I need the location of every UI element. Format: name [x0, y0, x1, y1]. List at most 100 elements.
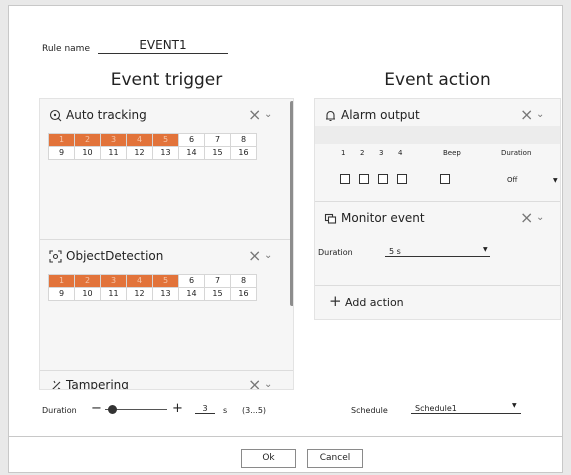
monitor-duration-label: Duration [318, 248, 353, 257]
channel-cell-14[interactable]: 14 [179, 288, 205, 301]
duration-unit: s [223, 406, 228, 415]
event-rule-dialog: Rule name EVENT1 Event trigger Event act… [8, 5, 563, 473]
channel-cell-11[interactable]: 11 [101, 288, 127, 301]
chevron-down-icon[interactable]: ⌄ [264, 110, 272, 120]
channel-cell-6[interactable]: 6 [179, 275, 205, 288]
event-trigger-title: Event trigger [110, 70, 223, 90]
duration-label: Duration [42, 406, 77, 415]
alarm-output-header-1: 1 [341, 149, 346, 157]
channel-cell-16[interactable]: 16 [231, 288, 257, 301]
ok-button[interactable]: Ok [241, 449, 296, 468]
rule-name-label: Rule name [42, 44, 90, 54]
dropdown-caret-icon[interactable]: ▼ [512, 402, 517, 409]
event-trigger-panel: Auto tracking × ⌄ 1 2 3 4 5 6 7 8 9 10 11 12 13 14 15 1… [39, 98, 294, 390]
channel-cell-1[interactable]: 1 [49, 275, 75, 288]
event-action-panel: Alarm output × ⌄ 1 2 3 4 Beep Duration O… [314, 98, 561, 320]
beep-checkbox[interactable] [440, 174, 450, 184]
cancel-button[interactable]: Cancel [307, 449, 363, 468]
trigger-card-object-detection: ObjectDetection × ⌄ 1 2 3 4 5 6 7 8 9 10 11 12 13 14 1… [40, 240, 293, 370]
channel-cell-10[interactable]: 10 [75, 288, 101, 301]
channel-cell-6[interactable]: 6 [179, 134, 205, 147]
chevron-down-icon[interactable]: ⌄ [264, 380, 272, 390]
chevron-down-icon[interactable]: ⌄ [264, 251, 272, 261]
channel-cell-7[interactable]: 7 [205, 134, 231, 147]
channel-cell-13[interactable]: 13 [153, 288, 179, 301]
event-action-title: Event action [384, 70, 491, 90]
dropdown-caret-icon[interactable]: ▼ [553, 177, 558, 184]
add-action-button[interactable]: + Add action [315, 286, 560, 319]
alarm-output-3-checkbox[interactable] [378, 174, 388, 184]
add-action-label: Add action [345, 296, 404, 309]
channel-cell-15[interactable]: 15 [205, 147, 231, 160]
channel-grid: 1 2 3 4 5 6 7 8 9 10 11 12 13 14 15 16 [48, 133, 257, 160]
duration-range: (3...5) [242, 406, 267, 415]
channel-cell-12[interactable]: 12 [127, 147, 153, 160]
alarm-output-2-checkbox[interactable] [359, 174, 369, 184]
schedule-select[interactable]: Schedule1 [411, 404, 521, 414]
close-icon[interactable]: × [248, 248, 261, 264]
tampering-icon [48, 378, 62, 389]
close-icon[interactable]: × [248, 377, 261, 390]
channel-cell-16[interactable]: 16 [231, 147, 257, 160]
channel-cell-2[interactable]: 2 [75, 275, 101, 288]
alarm-output-header-2: 2 [360, 149, 365, 157]
channel-cell-13[interactable]: 13 [153, 147, 179, 160]
rule-name-row: Rule name EVENT1 [42, 36, 228, 54]
monitor-event-icon [323, 211, 337, 225]
channel-cell-5[interactable]: 5 [153, 134, 179, 147]
channel-cell-8[interactable]: 8 [231, 275, 257, 288]
monitor-duration-select[interactable]: 5 s [385, 247, 490, 257]
duration-value-field[interactable]: 3 [195, 404, 215, 414]
channel-cell-11[interactable]: 11 [101, 147, 127, 160]
chevron-down-icon[interactable]: ⌄ [536, 213, 544, 223]
alarm-bell-icon [323, 108, 337, 122]
channel-cell-3[interactable]: 3 [101, 134, 127, 147]
alarm-output-1-checkbox[interactable] [340, 174, 350, 184]
dialog-footer: Ok Cancel [9, 436, 562, 472]
action-card-monitor-event: Monitor event × ⌄ Duration 5 s ▼ [315, 202, 560, 284]
action-card-alarm-output: Alarm output × ⌄ 1 2 3 4 Beep Duration O… [315, 99, 560, 199]
alarm-output-header-beep: Beep [443, 149, 461, 157]
channel-cell-5[interactable]: 5 [153, 275, 179, 288]
close-icon[interactable]: × [520, 210, 533, 226]
alarm-output-4-checkbox[interactable] [397, 174, 407, 184]
channel-cell-7[interactable]: 7 [205, 275, 231, 288]
channel-grid: 1 2 3 4 5 6 7 8 9 10 11 12 13 14 15 16 [48, 274, 257, 301]
channel-cell-9[interactable]: 9 [49, 147, 75, 160]
decrease-button[interactable]: − [91, 402, 102, 415]
alarm-output-header-duration: Duration [501, 149, 532, 157]
close-icon[interactable]: × [520, 107, 533, 123]
trigger-card-auto-tracking: Auto tracking × ⌄ 1 2 3 4 5 6 7 8 9 10 11 12 13 14 15 1… [40, 99, 293, 239]
channel-cell-15[interactable]: 15 [205, 288, 231, 301]
channel-cell-8[interactable]: 8 [231, 134, 257, 147]
increase-button[interactable]: + [172, 402, 183, 415]
channel-cell-1[interactable]: 1 [49, 134, 75, 147]
object-detection-icon [48, 249, 62, 263]
close-icon[interactable]: × [248, 107, 261, 123]
dropdown-caret-icon[interactable]: ▼ [483, 246, 488, 253]
channel-cell-9[interactable]: 9 [49, 288, 75, 301]
card-title: Auto tracking [66, 108, 147, 122]
duration-slider-handle[interactable] [108, 405, 117, 414]
trigger-card-tampering: Tampering × ⌄ [40, 371, 293, 390]
scrollbar[interactable] [290, 101, 293, 306]
card-title: ObjectDetection [66, 249, 164, 263]
channel-cell-4[interactable]: 4 [127, 134, 153, 147]
alarm-output-header-4: 4 [398, 149, 403, 157]
channel-cell-4[interactable]: 4 [127, 275, 153, 288]
auto-tracking-icon [48, 108, 62, 122]
rule-name-input[interactable]: EVENT1 [98, 38, 228, 54]
chevron-down-icon[interactable]: ⌄ [536, 110, 544, 120]
card-title: Monitor event [341, 211, 425, 225]
alarm-duration-select[interactable]: Off [507, 176, 517, 184]
card-title: Tampering [66, 378, 129, 390]
card-title: Alarm output [341, 108, 420, 122]
alarm-output-header-3: 3 [379, 149, 384, 157]
schedule-label: Schedule [351, 406, 388, 415]
channel-cell-10[interactable]: 10 [75, 147, 101, 160]
channel-cell-12[interactable]: 12 [127, 288, 153, 301]
channel-cell-2[interactable]: 2 [75, 134, 101, 147]
channel-cell-3[interactable]: 3 [101, 275, 127, 288]
channel-cell-14[interactable]: 14 [179, 147, 205, 160]
plus-icon: + [329, 292, 342, 310]
